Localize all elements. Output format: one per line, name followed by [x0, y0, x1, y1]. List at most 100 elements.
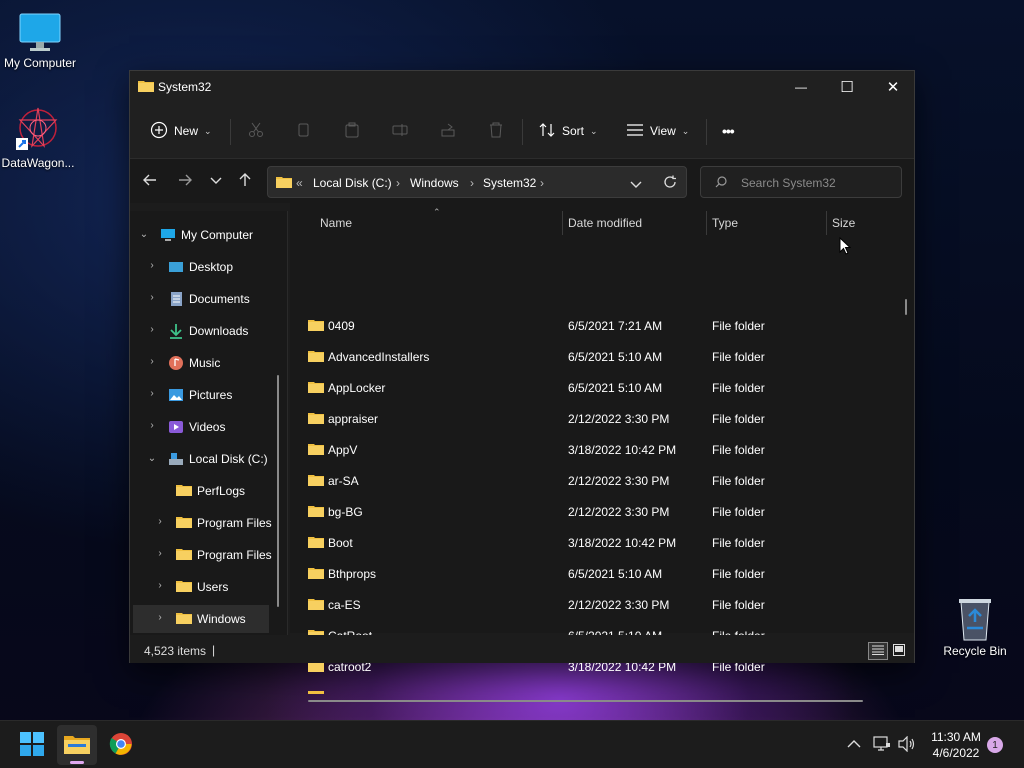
- sidebar-item-documents[interactable]: › Documents: [130, 285, 288, 313]
- desktop-icon-datawagon[interactable]: DataWagon...: [0, 106, 78, 170]
- title-bar[interactable]: System32 — ☐ ✕: [130, 71, 914, 103]
- chevron-right-icon[interactable]: ›: [146, 388, 158, 399]
- chevron-down-icon[interactable]: ⌄: [146, 453, 158, 464]
- chevron-right-icon[interactable]: ›: [146, 260, 158, 271]
- table-row[interactable]: 0409 6/5/2021 7:21 AM File folder: [290, 310, 900, 341]
- overflow-prefix[interactable]: «: [296, 176, 303, 190]
- table-row[interactable]: Boot 3/18/2022 10:42 PM File folder: [290, 527, 900, 558]
- chevron-right-icon[interactable]: ›: [146, 324, 158, 335]
- chevron-right-icon[interactable]: ›: [154, 516, 166, 527]
- column-header-type[interactable]: Type: [712, 216, 738, 230]
- sidebar-item-downloads[interactable]: › Downloads: [130, 317, 288, 345]
- chevron-right-icon[interactable]: ›: [154, 548, 166, 559]
- cut-button[interactable]: [248, 117, 264, 145]
- desktop-icon-my-computer[interactable]: My Computer: [0, 10, 80, 70]
- rename-button[interactable]: [392, 117, 408, 145]
- details-view-button[interactable]: [868, 642, 888, 660]
- new-button[interactable]: New ⌄: [150, 117, 212, 145]
- column-separator[interactable]: [706, 211, 707, 235]
- file-explorer-window: System32 — ☐ ✕ New ⌄ Sort ⌄ View ⌄ ••• «…: [129, 70, 915, 702]
- sidebar-item-desktop[interactable]: › Desktop: [130, 253, 288, 281]
- delete-button[interactable]: [488, 117, 504, 145]
- chevron-down-icon[interactable]: ⌄: [138, 229, 150, 240]
- vertical-scrollbar[interactable]: [905, 299, 907, 315]
- close-button[interactable]: ✕: [870, 71, 916, 103]
- show-hidden-icons-icon[interactable]: [847, 738, 861, 752]
- sidebar-item-videos[interactable]: › Videos: [130, 413, 288, 441]
- partial-row-folder-icon: [308, 691, 324, 694]
- sidebar-item-pictures[interactable]: › Pictures: [130, 381, 288, 409]
- maximize-icon: ☐: [840, 79, 854, 96]
- breadcrumb-system32[interactable]: System32: [483, 176, 536, 190]
- horizontal-scrollbar[interactable]: [308, 700, 863, 702]
- sidebar-item-program-files-x86[interactable]: › Program Files: [130, 541, 288, 569]
- table-row[interactable]: AppV 3/18/2022 10:42 PM File folder: [290, 434, 900, 465]
- notification-badge[interactable]: 1: [987, 737, 1003, 753]
- paste-button[interactable]: [344, 117, 360, 145]
- start-button[interactable]: [12, 725, 52, 765]
- taskbar-chrome[interactable]: [101, 725, 141, 765]
- column-header-size[interactable]: Size: [832, 216, 855, 230]
- table-row[interactable]: bg-BG 2/12/2022 3:30 PM File folder: [290, 496, 900, 527]
- table-row[interactable]: Bthprops 6/5/2021 5:10 AM File folder: [290, 558, 900, 589]
- address-bar[interactable]: « Local Disk (C:) › Windows › System32 ›: [267, 166, 687, 198]
- maximize-button[interactable]: ☐: [824, 71, 870, 103]
- sidebar-item-program-files[interactable]: › Program Files: [130, 509, 288, 537]
- share-button[interactable]: [440, 117, 456, 145]
- table-row[interactable]: ca-ES 2/12/2022 3:30 PM File folder: [290, 589, 900, 620]
- sort-button[interactable]: Sort ⌄: [538, 117, 598, 145]
- chevron-right-icon[interactable]: ›: [154, 612, 166, 623]
- file-date: 2/12/2022 3:30 PM: [568, 505, 670, 519]
- table-row[interactable]: AppLocker 6/5/2021 5:10 AM File folder: [290, 372, 900, 403]
- breadcrumb-windows[interactable]: Windows: [410, 176, 459, 190]
- volume-icon[interactable]: [898, 735, 916, 755]
- sidebar-item-label: My Computer: [181, 228, 254, 242]
- copy-button[interactable]: [296, 117, 312, 145]
- minimize-button[interactable]: —: [778, 71, 824, 103]
- table-row[interactable]: AdvancedInstallers 6/5/2021 5:10 AM File f…: [290, 341, 900, 372]
- pane-divider[interactable]: [287, 211, 288, 635]
- back-button[interactable]: [138, 169, 162, 193]
- file-date: 2/12/2022 3:30 PM: [568, 474, 670, 488]
- file-name: AdvancedInstallers: [328, 350, 430, 364]
- file-name: Boot: [328, 536, 353, 550]
- sidebar-item-local-disk[interactable]: ⌄ Local Disk (C:): [130, 445, 288, 473]
- chevron-right-icon[interactable]: ›: [154, 580, 166, 591]
- address-dropdown-icon[interactable]: [630, 178, 642, 192]
- taskbar-file-explorer[interactable]: [57, 725, 97, 765]
- network-icon[interactable]: [873, 736, 891, 755]
- sidebar-item-windows[interactable]: › Windows: [133, 605, 269, 633]
- sidebar-item-users[interactable]: › Users: [130, 573, 288, 601]
- recent-locations-button[interactable]: [204, 169, 228, 193]
- arrow-right-icon: [178, 173, 192, 190]
- file-type: File folder: [712, 505, 765, 519]
- column-header-date[interactable]: Date modified: [568, 216, 642, 230]
- forward-button[interactable]: [173, 169, 197, 193]
- more-options-button[interactable]: •••: [722, 117, 735, 145]
- table-row[interactable]: ar-SA 2/12/2022 3:30 PM File folder: [290, 465, 900, 496]
- sidebar-scrollbar[interactable]: [277, 375, 279, 607]
- folder-icon: [308, 566, 324, 583]
- breadcrumb-local-disk[interactable]: Local Disk (C:): [313, 176, 392, 190]
- table-row[interactable]: appraiser 2/12/2022 3:30 PM File folder: [290, 403, 900, 434]
- chevron-right-icon[interactable]: ›: [146, 356, 158, 367]
- search-input[interactable]: Search System32: [741, 176, 836, 190]
- notification-count: 1: [992, 739, 998, 751]
- sidebar-item-my-computer[interactable]: ⌄ My Computer: [130, 221, 288, 249]
- file-date: 6/5/2021 7:21 AM: [568, 319, 663, 333]
- file-type: File folder: [712, 536, 765, 550]
- up-button[interactable]: [233, 169, 257, 193]
- desktop-icon-recycle-bin[interactable]: Recycle Bin: [935, 596, 1015, 658]
- chevron-right-icon[interactable]: ›: [146, 420, 158, 431]
- search-box[interactable]: Search System32: [700, 166, 902, 198]
- refresh-icon[interactable]: [663, 175, 677, 192]
- view-button[interactable]: View ⌄: [626, 117, 689, 145]
- column-header-name[interactable]: Name: [320, 216, 352, 230]
- column-separator[interactable]: [562, 211, 563, 235]
- clock[interactable]: 11:30 AM 4/6/2022: [922, 729, 990, 761]
- sidebar-item-perflogs[interactable]: PerfLogs: [130, 477, 288, 505]
- column-separator[interactable]: [826, 211, 827, 235]
- tiles-view-button[interactable]: [890, 642, 908, 660]
- sidebar-item-music[interactable]: › Music: [130, 349, 288, 377]
- chevron-right-icon[interactable]: ›: [146, 292, 158, 303]
